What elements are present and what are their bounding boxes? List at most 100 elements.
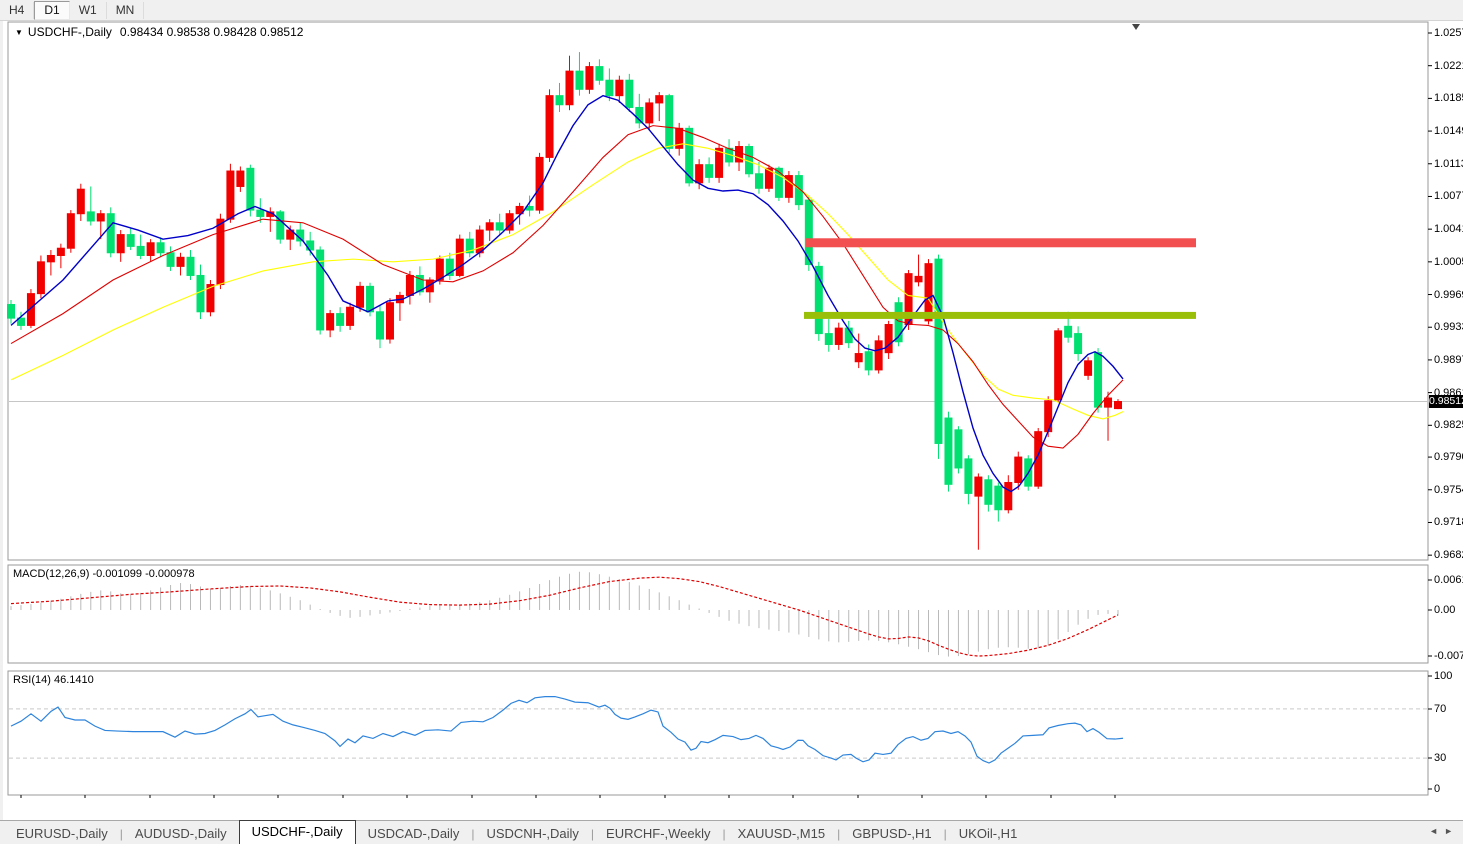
price-axis-label: 0.99690 [1434,289,1463,301]
chart-canvas[interactable] [3,21,1463,820]
chart-tab-ukoil-h1[interactable]: UKOil-,H1 [947,824,1030,844]
candle-body [147,243,154,256]
candle-body [955,430,962,468]
candle-body [825,334,832,345]
candle-body [785,176,792,198]
candle-body [736,147,743,162]
candle-body [696,165,703,183]
timeframe-button-w1[interactable]: W1 [70,2,107,19]
candle [347,303,354,330]
candle-body [357,286,364,307]
candle-body [347,307,354,325]
candle-body [386,303,393,339]
candle [945,412,952,492]
chart-tab-gbpusd-h1[interactable]: GBPUSD-,H1 [840,824,943,844]
candle-body [656,96,663,103]
candle [905,270,912,330]
candle-body [1005,483,1012,510]
scroll-right-icon[interactable]: ► [1444,826,1459,836]
candle-body [337,314,344,326]
price-axis-label: 0.98970 [1434,354,1463,366]
candle-body [8,305,15,319]
chart-area[interactable]: ▼ USDCHF-,Daily 0.98434 0.98538 0.98428 0.… [0,21,1463,820]
candle-body [865,352,872,370]
candle-body [157,243,164,253]
candle-body [775,168,782,197]
rsi-axis-label: 0 [1434,783,1440,795]
rsi-pane-frame[interactable] [8,671,1428,795]
timeframe-button-d1[interactable]: D1 [34,1,69,20]
candle [207,280,214,316]
candle-body [1065,326,1072,337]
resistance-line[interactable] [806,238,1196,247]
candle-body [885,325,892,353]
candle [227,164,234,223]
candle-body [935,259,942,443]
chart-tab-usdchf-daily[interactable]: USDCHF-,Daily [239,820,356,844]
candle-body [406,275,413,295]
candle [546,89,553,162]
price-axis-label: 0.96820 [1434,549,1463,561]
tab-scroll-arrows[interactable]: ◄► [1429,826,1459,836]
chart-title: ▼ USDCHF-,Daily 0.98434 0.98538 0.98428 0.… [15,25,303,39]
chart-tab-eurusd-daily[interactable]: EURUSD-,Daily [4,824,120,844]
rsi-axis-label: 100 [1434,670,1452,682]
candle [686,126,693,187]
candle-body [875,341,882,370]
candle-body [686,128,693,182]
chart-tab-usdcnh-daily[interactable]: USDCNH-,Daily [474,824,590,844]
price-axis-label: 1.02570 [1434,27,1463,39]
candle-body [566,71,573,105]
candle-body [1085,361,1092,376]
timeframe-button-mn[interactable]: MN [107,2,145,19]
candle-body [965,459,972,494]
candle-body [327,314,334,330]
candle-body [217,219,224,284]
candle-body [127,235,134,247]
candle [386,298,393,343]
candle-body [247,168,254,210]
candle-body [436,259,443,280]
support-line[interactable] [804,312,1196,319]
candle-body [626,80,633,107]
price-axis-label: 1.01490 [1434,125,1463,137]
chart-symbol-label: USDCHF-,Daily [28,25,112,39]
chart-tab-audusd-daily[interactable]: AUDUSD-,Daily [123,824,239,844]
candle-body [227,171,234,219]
candle-body [586,67,593,90]
candle-body [755,174,762,189]
main-pane-frame[interactable] [8,22,1428,560]
candle-body [1115,402,1122,409]
candle-body [985,480,992,505]
candle-body [137,246,144,255]
candle-body [546,96,553,158]
candle-body [596,67,603,81]
chart-tab-eurchf-weekly[interactable]: EURCHF-,Weekly [594,824,723,844]
candle-body [496,223,503,230]
chart-tab-bar: EURUSD-,Daily|AUDUSD-,DailyUSDCHF-,Daily… [0,820,1463,844]
candle [716,144,723,183]
candle [586,62,593,94]
timeframe-button-h4[interactable]: H4 [0,2,34,19]
chevron-down-icon[interactable]: ▼ [15,28,23,37]
macd-pane-frame[interactable] [8,565,1428,663]
candle-body [257,210,264,216]
chart-ohlc-values: 0.98434 0.98538 0.98428 0.98512 [120,25,304,39]
current-price-badge: 0.98512 [1429,395,1463,408]
chart-tab-usdcad-daily[interactable]: USDCAD-,Daily [356,824,472,844]
price-axis-label: 0.97900 [1434,451,1463,463]
candle [666,94,673,153]
candle [875,335,882,373]
candle-body [177,257,184,266]
mt4-window: H4D1W1MN ▼ USDCHF-,Daily 0.98434 0.98538 0… [0,0,1463,844]
price-axis-label: 1.00050 [1434,256,1463,268]
candle-body [945,418,952,484]
candle-body [616,80,623,95]
chart-tab-xauusd-m15[interactable]: XAUUSD-,M15 [726,824,837,844]
candle-body [456,239,463,275]
candle-body [995,486,1002,510]
price-axis-label: 0.97540 [1434,484,1463,496]
rsi-axis-label: 30 [1434,752,1446,764]
candle [1095,348,1102,412]
scroll-left-icon[interactable]: ◄ [1429,826,1444,836]
